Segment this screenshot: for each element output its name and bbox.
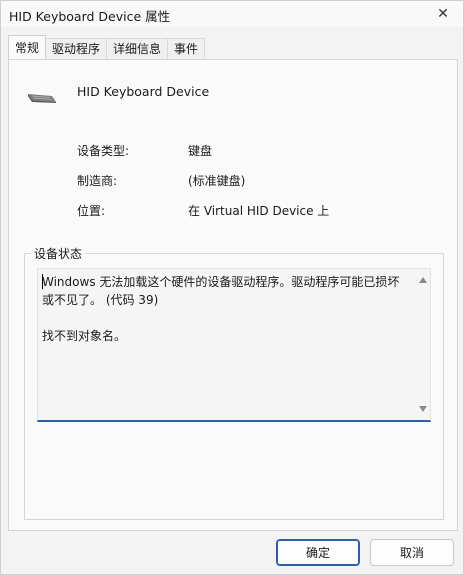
scroll-down-arrow-icon[interactable] (419, 406, 427, 412)
tab-general[interactable]: 常规 (8, 35, 47, 59)
device-name: HID Keyboard Device (77, 84, 210, 99)
tab-events[interactable]: 事件 (167, 38, 206, 59)
device-status-text: Windows 无法加载这个硬件的设备驱动程序。驱动程序可能已损坏或不见了。 (… (42, 275, 400, 343)
cancel-button[interactable]: 取消 (370, 539, 454, 566)
location-value: 在 Virtual HID Device 上 (188, 204, 330, 218)
device-type-label: 设备类型: (77, 144, 130, 158)
window-title: HID Keyboard Device 属性 (9, 9, 171, 24)
location-label: 位置: (77, 204, 106, 218)
properties-dialog: HID Keyboard Device 属性 ✕ 常规 驱动程序 详细信息 事件… (0, 0, 464, 575)
manufacturer-value: (标准键盘) (188, 174, 246, 188)
device-status-group: 设备状态 Windows 无法加载这个硬件的设备驱动程序。驱动程序可能已损坏或不… (24, 245, 444, 520)
tab-strip: 常规 驱动程序 详细信息 事件 (8, 35, 206, 60)
manufacturer-label: 制造商: (77, 174, 118, 188)
keyboard-icon (28, 94, 56, 103)
status-scrollbar[interactable] (416, 269, 430, 420)
scroll-up-arrow-icon[interactable] (419, 277, 427, 283)
device-status-textbox[interactable]: Windows 无法加载这个硬件的设备驱动程序。驱动程序可能已损坏或不见了。 (… (37, 268, 431, 422)
general-tab-panel: HID Keyboard Device 设备类型: 键盘 制造商: (标准键盘)… (8, 59, 458, 531)
tab-driver[interactable]: 驱动程序 (45, 38, 108, 59)
device-status-label: 设备状态 (31, 245, 86, 262)
close-button[interactable]: ✕ (423, 1, 463, 27)
title-bar: HID Keyboard Device 属性 ✕ (1, 1, 463, 27)
tab-details[interactable]: 详细信息 (106, 38, 169, 59)
ok-button[interactable]: 确定 (276, 539, 360, 566)
device-type-value: 键盘 (188, 144, 213, 158)
